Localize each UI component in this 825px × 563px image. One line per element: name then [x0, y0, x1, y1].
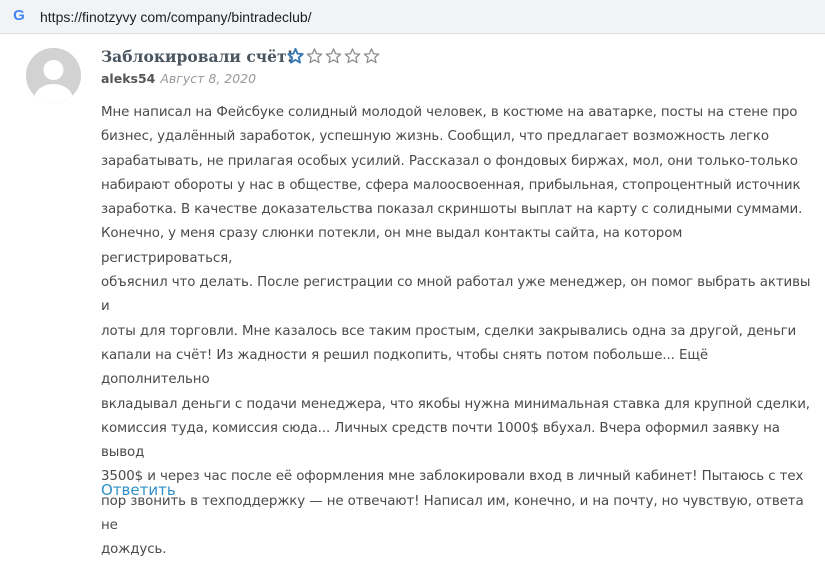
review-title: Заблокировали счёт! [101, 47, 294, 66]
user-silhouette-icon [26, 48, 81, 103]
star-empty-icon [325, 48, 342, 64]
address-bar[interactable]: G https://finotzyvy com/company/bintrade… [0, 0, 825, 34]
review-body-line: набирают обороты у нас в обществе, сфера… [101, 177, 801, 193]
review-body-line: 3500$ и через час после её оформления мн… [101, 469, 804, 485]
review-body-line: зарабатывать, не прилагая особых усилий.… [101, 153, 798, 169]
rating-stars [287, 47, 380, 67]
star-empty-icon [344, 48, 361, 64]
url-text[interactable]: https://finotzyvy com/company/bintradecl… [40, 8, 312, 26]
review-body-line: капали на счёт! Из жадности я решил подк… [101, 347, 708, 388]
review-body-line: пор звонить в техподдержку — не отвечают… [101, 493, 804, 534]
star-filled-icon [287, 47, 304, 64]
reply-link[interactable]: Ответить [101, 479, 176, 501]
review-body: Мне написал на Фейсбуке солидный молодой… [101, 101, 813, 563]
review-body-line: бизнес, удалённый заработок, успешную жи… [101, 129, 769, 145]
review-date: Август 8, 2020 [160, 71, 257, 86]
star-empty-icon [363, 48, 380, 64]
review-body-line: лоты для торговли. Мне казалось все таки… [101, 323, 797, 339]
review-body-line: Конечно, у меня сразу слюнки потекли, он… [101, 226, 683, 266]
review-body-line: объяснил что делать. После регистрации с… [101, 275, 811, 315]
review-body-line: заработка. В качестве доказательства пок… [101, 202, 803, 218]
author-name[interactable]: aleks54 [101, 71, 155, 86]
google-g-icon: G [13, 7, 25, 24]
review-meta: aleks54 Август 8, 2020 [101, 70, 256, 88]
review-body-line: комиссия туда, комиссия сюда... Личных с… [101, 420, 780, 461]
review-body-line: дождусь. [101, 542, 167, 558]
avatar [26, 48, 81, 103]
review-body-line: Мне написал на Фейсбуке солидный молодой… [101, 105, 798, 120]
review-body-line: вкладывал деньги с подачи менеджера, что… [101, 396, 810, 412]
star-empty-icon [306, 48, 323, 64]
